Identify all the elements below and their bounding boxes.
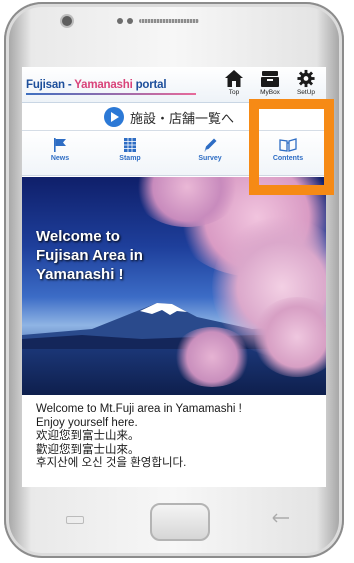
phone-bottom-bezel — [4, 487, 344, 557]
home-icon — [225, 70, 243, 87]
logo-underline — [26, 93, 196, 95]
tab-news[interactable]: News — [30, 135, 90, 171]
portal-logo[interactable]: Fujisan - Yamanashi portal — [26, 79, 167, 91]
tab-survey[interactable]: Survey — [180, 135, 240, 171]
contents-highlight-box — [249, 99, 334, 195]
welcome-message: Welcome to Mt.Fuji area in Yamamashi ! E… — [36, 403, 242, 469]
front-camera — [62, 16, 72, 26]
top-button[interactable]: Top — [218, 69, 250, 101]
cherry-blossom — [172, 327, 252, 387]
app-header: Fujisan - Yamanashi portal Top MyBox Set… — [22, 67, 326, 103]
proximity-sensor — [117, 18, 123, 24]
tab-stamp[interactable]: Stamp — [100, 135, 160, 171]
flag-icon — [54, 138, 66, 152]
earpiece-speaker — [139, 19, 199, 23]
back-arrow-icon[interactable] — [272, 513, 290, 523]
hero-image: Welcome to Fujisan Area in Yamanashi ! — [22, 177, 326, 395]
mybox-button[interactable]: MyBox — [254, 69, 286, 101]
light-sensor — [127, 18, 133, 24]
box-icon — [261, 71, 279, 87]
home-hardware-button[interactable] — [150, 503, 210, 541]
setup-button[interactable]: SetUp — [290, 69, 322, 101]
welcome-caption: Welcome to Fujisan Area in Yamanashi ! — [36, 228, 143, 283]
banner-label: 施設・店舗一覧へ — [130, 111, 235, 126]
play-icon — [104, 107, 124, 127]
pencil-icon — [204, 138, 217, 152]
stamp-grid-icon — [124, 138, 136, 152]
menu-key-icon[interactable] — [66, 516, 84, 524]
gear-icon — [297, 69, 315, 88]
